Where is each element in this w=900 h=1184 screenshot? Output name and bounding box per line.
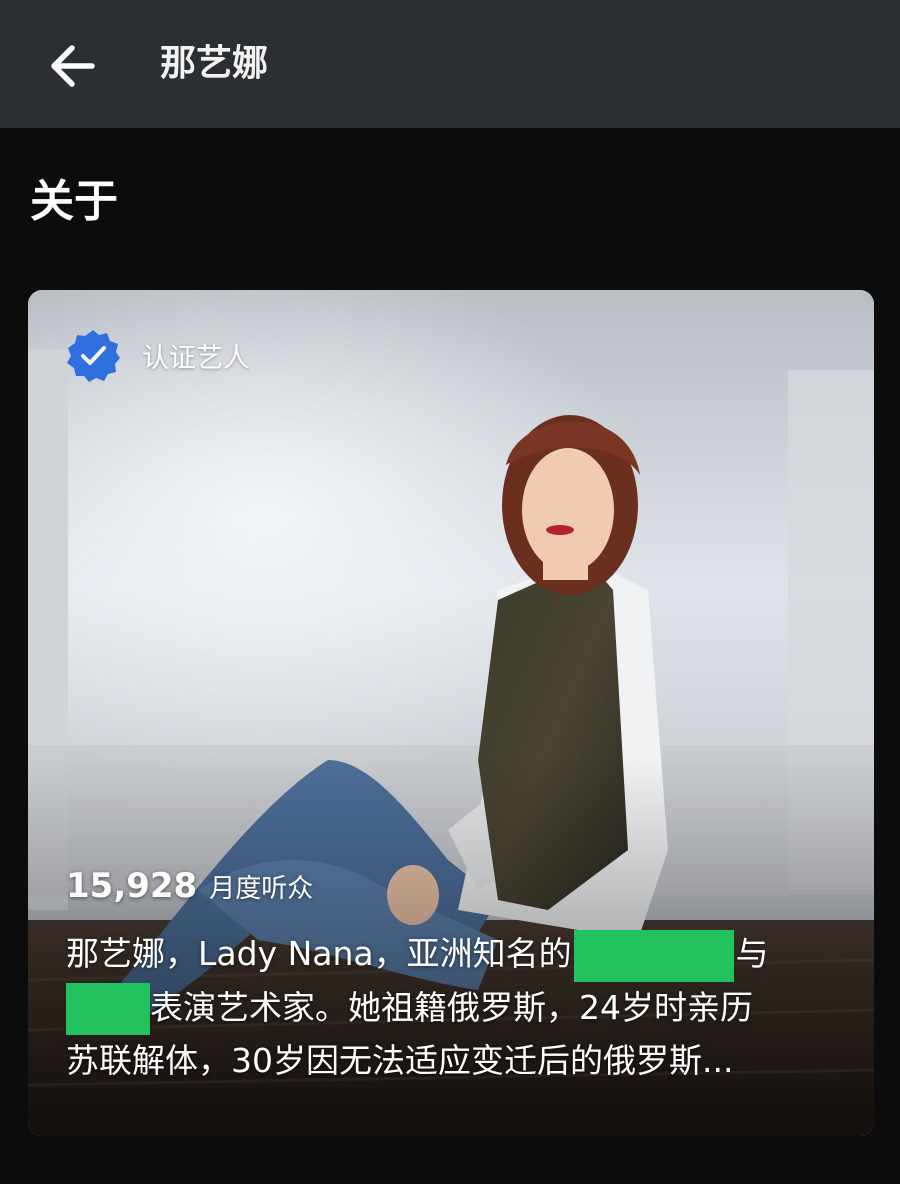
monthly-listeners-count: 15,928 — [66, 866, 198, 906]
back-button[interactable] — [40, 34, 104, 98]
about-heading: 关于 — [30, 176, 118, 227]
page-title: 那艺娜 — [160, 43, 269, 84]
verified-artist-label: 认证艺人 — [142, 342, 250, 374]
redaction-block — [66, 983, 150, 1035]
redaction-block — [573, 929, 734, 982]
bio-text-2: 与 — [735, 934, 769, 973]
verified-artist-badge: 认证艺人 — [66, 328, 250, 382]
arrow-left-icon — [51, 45, 95, 87]
bio-text-4: 苏联解体，30岁因无法适应变迁后的俄罗斯... — [66, 1041, 734, 1080]
artist-about-card[interactable]: 认证艺人 15,928 月度听众 那艺娜，Lady Nana，亚洲知名的 与表演艺… — [28, 290, 874, 1136]
monthly-listeners: 15,928 月度听众 — [66, 866, 313, 906]
bio-text-1: 那艺娜，Lady Nana，亚洲知名的 — [66, 934, 572, 973]
top-app-bar: 那艺娜 — [0, 0, 900, 128]
artist-bio: 那艺娜，Lady Nana，亚洲知名的 与表演艺术家。她祖籍俄罗斯，24岁时亲历苏… — [66, 928, 846, 1086]
monthly-listeners-label: 月度听众 — [209, 874, 314, 904]
bio-text-3: 表演艺术家。她祖籍俄罗斯，24岁时亲历 — [150, 987, 753, 1027]
verified-badge-icon — [67, 330, 120, 382]
